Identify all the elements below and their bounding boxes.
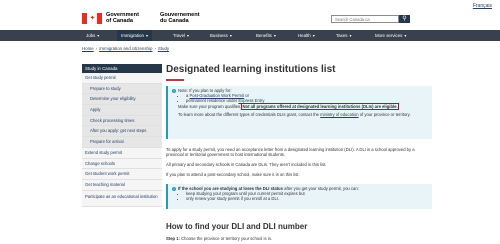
menu-item-jobs[interactable]: Jobs ▾ [86,30,99,41]
menu-item-benefits[interactable]: Benefits ▾ [256,30,276,41]
government-signature-fr[interactable]: Gouvernement du Canada [160,12,199,24]
schools-paragraph: All primary and secondary schools in Can… [166,162,327,167]
breadcrumb-study[interactable]: Study [158,46,169,51]
sidebar-item-institution[interactable]: Participate as an educational institutio… [82,190,162,207]
find-dli-heading: How to find your DLI and DLI number [166,222,308,231]
menu-item-business[interactable]: Business ▾ [210,30,232,41]
breadcrumb-immigration[interactable]: Immigration and citizenship [99,46,152,51]
sidebar-item-apply[interactable]: Apply [82,105,162,116]
sidebar-item-get-study-permit[interactable]: Get study permit [82,73,162,84]
chevron-down-icon: ▾ [404,33,407,38]
canada-flag-icon: ✦ [82,13,102,24]
breadcrumb: Home › Immigration and citizenship › Study [82,46,169,51]
note-box: iNote: If you plan to apply for: a Post-… [166,86,432,139]
search-icon: ⚲ [402,16,407,22]
sidebar-item-prepare-to-study[interactable]: Prepare to study [82,83,162,95]
ministry-of-education-link[interactable]: ministry of education [320,112,358,117]
main-menu: Jobs ▾ Immigration ▾ Travel ▾ Business ▾ Ben… [0,30,500,41]
breadcrumb-home[interactable]: Home [82,46,94,51]
chevron-down-icon: ▾ [97,33,100,38]
chevron-down-icon: ▾ [145,33,148,38]
search-button[interactable]: ⚲ [399,15,410,23]
step-1-text: Step 1: Choose the province or territory… [166,236,273,241]
chevron-down-icon: ▾ [273,33,276,38]
section-sidebar: Study in Canada Get study permit Prepare… [82,64,162,207]
sidebar-heading[interactable]: Study in Canada [82,64,162,73]
sidebar-item-extend-permit[interactable]: Extend study permit [82,147,162,159]
dli-status-alert: i If the school you are studying at loses… [166,184,432,209]
menu-item-more-services[interactable]: More services ▾ [375,30,406,41]
sidebar-item-prepare-arrival[interactable]: Prepare for arrival [82,137,162,148]
sidebar-item-processing-times[interactable]: Check processing times [82,115,162,127]
eligibility-warning: Not all programs offered at designated l… [241,102,399,110]
sidebar-item-next-steps[interactable]: After you apply: get next steps [82,126,162,138]
menu-item-health[interactable]: Health ▾ [298,30,315,41]
breadcrumb-separator: › [154,46,156,51]
title-underline [166,79,184,81]
express-entry-link[interactable]: Express Entry [238,98,264,103]
sidebar-item-eligibility[interactable]: Determine your eligibility [82,94,162,106]
intro-paragraph: To apply for a study permit, you need an… [166,147,415,158]
government-signature-en[interactable]: Government of Canada [106,12,139,24]
site-header: ✦ Government of Canada Gouvernement du Can… [0,0,500,30]
post-secondary-paragraph: If you plan to attend a post-secondary s… [166,172,300,177]
chevron-down-icon: ▾ [229,33,232,38]
search-input[interactable]: Search Canada.ca [331,15,399,23]
menu-item-immigration[interactable]: Immigration ▾ [117,30,152,41]
chevron-down-icon: ▾ [312,33,315,38]
alert-bullet: only renew your study permit if you enro… [186,196,428,201]
menu-item-travel[interactable]: Travel ▾ [173,30,189,41]
page-title: Designated learning institutions list [166,64,336,75]
breadcrumb-separator: › [95,46,98,51]
sidebar-item-teaching-material[interactable]: Get teaching material [82,179,162,191]
chevron-down-icon: ▾ [187,33,190,38]
menu-item-taxes[interactable]: Taxes ▾ [336,30,351,41]
language-toggle-link[interactable]: Français [473,3,492,9]
sidebar-item-work-permit[interactable]: Get student work permit [82,169,162,180]
sidebar-item-change-schools[interactable]: Change schools [82,158,162,170]
chevron-down-icon: ▾ [349,33,352,38]
